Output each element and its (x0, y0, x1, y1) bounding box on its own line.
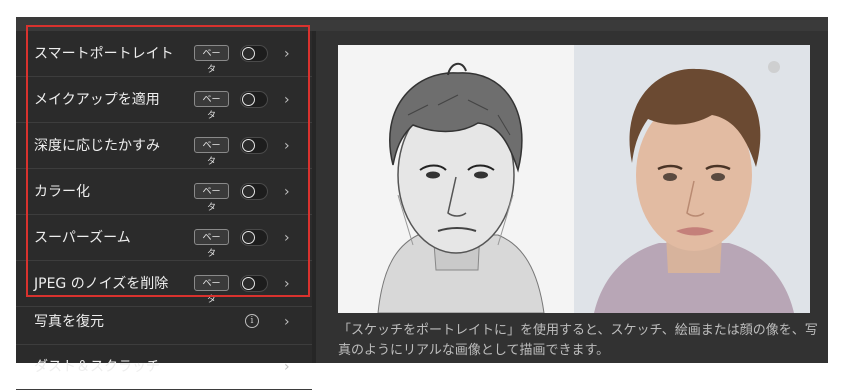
toggle-knob (242, 139, 255, 152)
chevron-right-icon[interactable]: › (284, 215, 290, 261)
filter-label: スーパーズーム (34, 230, 131, 246)
toggle-knob (242, 47, 255, 60)
filter-row-super-zoom[interactable]: スーパーズーム ベータ › (16, 215, 312, 261)
top-bar (16, 17, 828, 31)
filter-label: カラー化 (34, 184, 90, 200)
chevron-right-icon[interactable]: › (284, 123, 290, 169)
filter-row-colorize[interactable]: カラー化 ベータ › (16, 169, 312, 215)
filter-preview-panel: 「スケッチをポートレイトに」を使用すると、スケッチ、絵画または顔の像を、写真のよ… (316, 31, 828, 363)
beta-badge: ベータ (194, 275, 229, 305)
beta-badge: ベータ (194, 45, 229, 75)
toggle-knob (242, 231, 255, 244)
info-icon[interactable]: i (245, 314, 259, 328)
beta-badge: ベータ (194, 137, 229, 167)
sketch-portrait-image (338, 45, 574, 313)
beta-badge: ベータ (194, 229, 229, 259)
filter-row-smart-portrait[interactable]: スマートポートレイト ベータ › (16, 31, 312, 77)
chevron-right-icon[interactable]: › (284, 344, 290, 390)
filter-toggle[interactable] (240, 45, 268, 62)
toggle-knob (242, 185, 255, 198)
chevron-right-icon[interactable]: › (284, 169, 290, 215)
beta-badge: ベータ (194, 183, 229, 213)
filter-toggle[interactable] (240, 137, 268, 154)
filter-label: ダスト＆スクラッチ (34, 359, 160, 375)
filter-label: 深度に応じたかすみ (34, 138, 160, 154)
generated-portrait-image (574, 45, 810, 313)
before-after-preview (338, 45, 810, 313)
filter-row-makeup[interactable]: メイクアップを適用 ベータ › (16, 77, 312, 123)
filter-row-dust-scratches[interactable]: ダスト＆スクラッチ › (16, 344, 312, 390)
filter-sidebar: スマートポートレイト ベータ › メイクアップを適用 ベータ › 深度に応じたか… (16, 31, 312, 390)
toggle-knob (242, 277, 255, 290)
filter-row-photo-restoration[interactable]: 写真を復元 i › (16, 299, 312, 345)
filter-label: スマートポートレイト (34, 46, 174, 62)
filter-description: 「スケッチをポートレイトに」を使用すると、スケッチ、絵画または顔の像を、写真のよ… (338, 323, 818, 358)
chevron-right-icon[interactable]: › (284, 299, 290, 345)
filter-toggle[interactable] (240, 91, 268, 108)
filter-row-depth-haze[interactable]: 深度に応じたかすみ ベータ › (16, 123, 312, 169)
filter-label: 写真を復元 (34, 314, 104, 330)
filter-label: メイクアップを適用 (34, 92, 160, 108)
filter-toggle[interactable] (240, 275, 268, 292)
chevron-right-icon[interactable]: › (284, 31, 290, 77)
toggle-knob (242, 93, 255, 106)
filter-toggle[interactable] (240, 229, 268, 246)
filter-toggle[interactable] (240, 183, 268, 200)
chevron-right-icon[interactable]: › (284, 77, 290, 123)
beta-badge: ベータ (194, 91, 229, 121)
